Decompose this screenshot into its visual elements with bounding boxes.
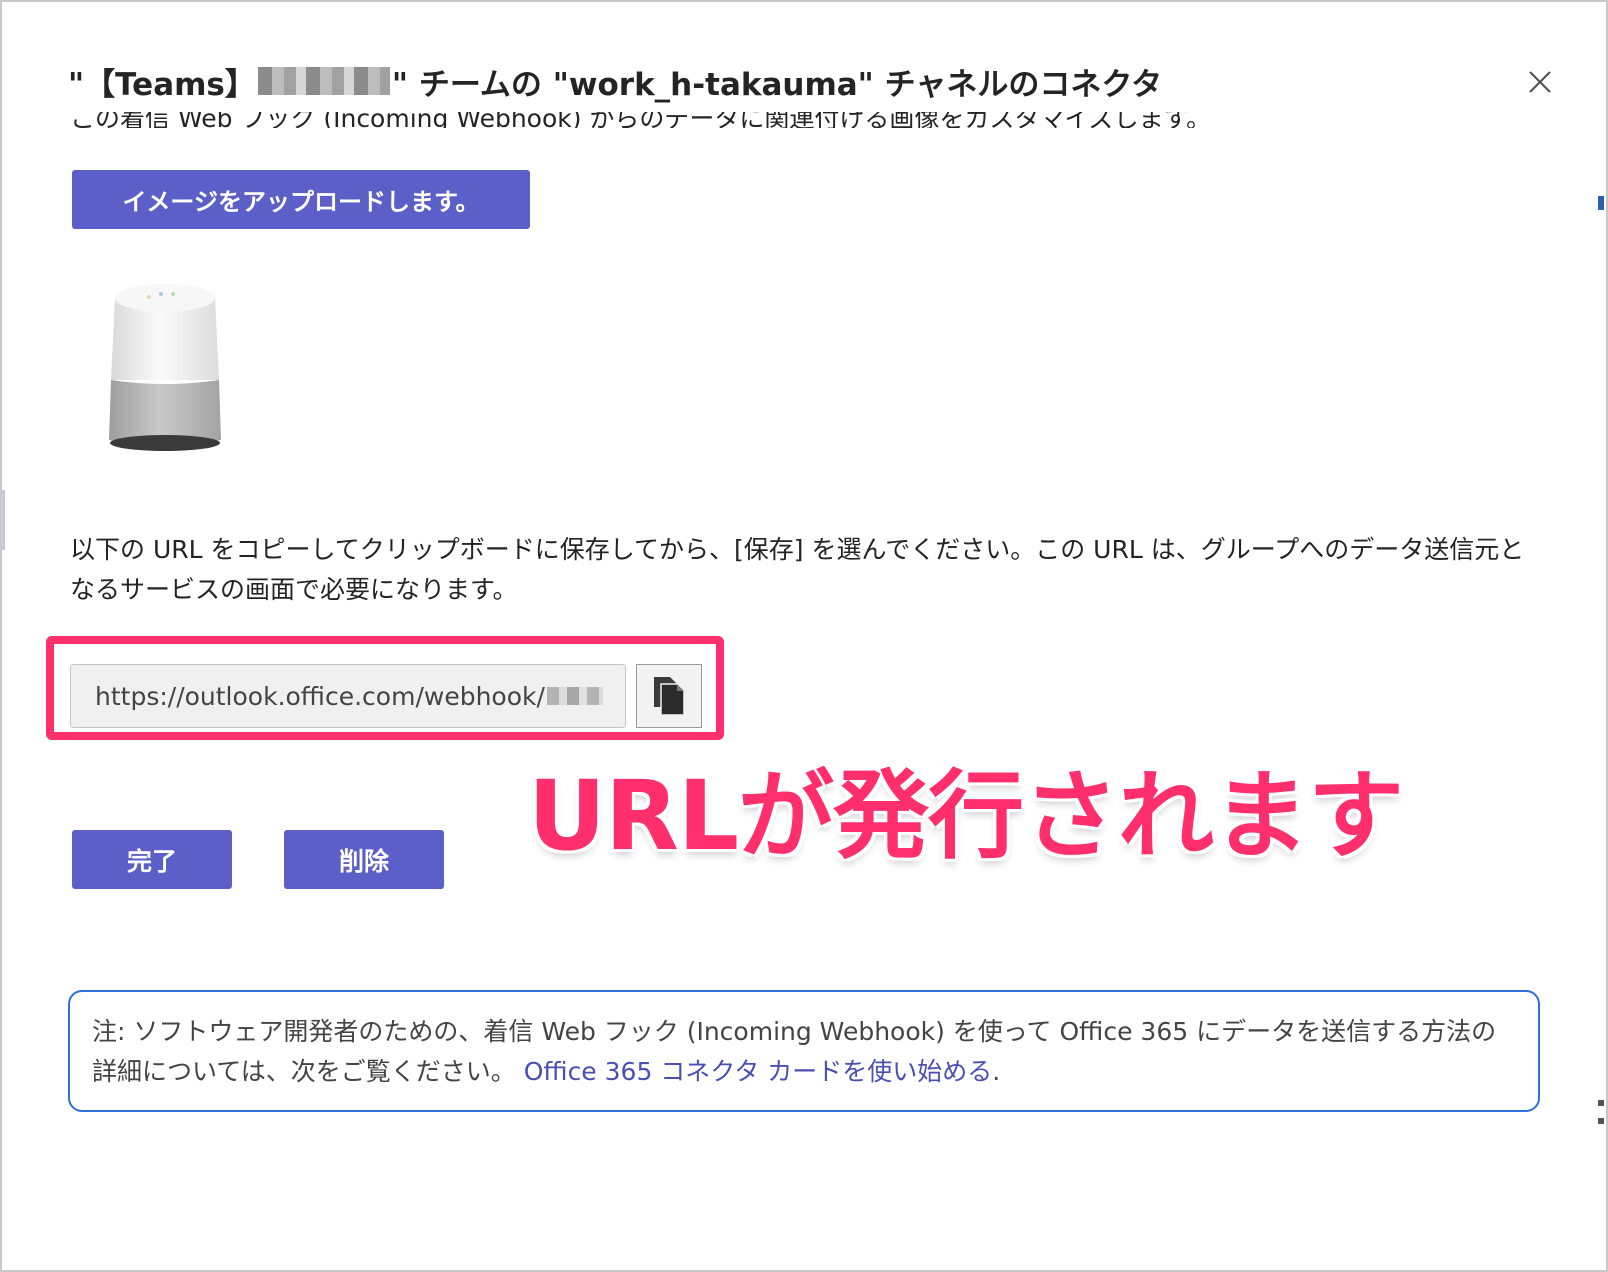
left-edge-mark — [0, 490, 5, 550]
scrollbar-tick — [1598, 1118, 1604, 1124]
side-edge-mark — [1598, 196, 1604, 210]
close-icon — [1529, 71, 1551, 93]
scrollbar-tick — [1598, 1100, 1604, 1106]
done-button[interactable]: 完了 — [72, 830, 232, 889]
upload-image-button[interactable]: イメージをアップロードします。 — [72, 170, 530, 229]
note-end: . — [992, 1057, 1001, 1086]
instruction-text: 以下の URL をコピーしてクリップボードに保存してから、[保存] を選んでくだ… — [70, 535, 1525, 604]
title-prefix: "【Teams】 — [68, 66, 256, 103]
url-highlight-box — [46, 636, 724, 740]
title-suffix: " チームの "work_h-takauma" チャネルのコネクタ — [391, 66, 1163, 103]
close-button[interactable] — [1520, 62, 1560, 102]
url-issued-annotation: URLが発行されます — [528, 760, 1404, 872]
image-description-text: この着信 Web フック (Incoming Webhook) からのデータに関… — [70, 112, 1212, 128]
developer-note: 注: ソフトウェア開発者のための、着信 Web フック (Incoming We… — [68, 990, 1540, 1112]
dialog-title: "【Teams】 " チームの "work_h-takauma" チャネルのコネ… — [68, 56, 1162, 106]
redacted-team-name — [257, 67, 390, 95]
delete-button[interactable]: 削除 — [284, 830, 444, 889]
connector-card-link[interactable]: Office 365 コネクタ カードを使い始める — [524, 1057, 993, 1086]
image-description-clipped: この着信 Web フック (Incoming Webhook) からのデータに関… — [70, 112, 1420, 128]
webhook-image — [109, 284, 221, 451]
